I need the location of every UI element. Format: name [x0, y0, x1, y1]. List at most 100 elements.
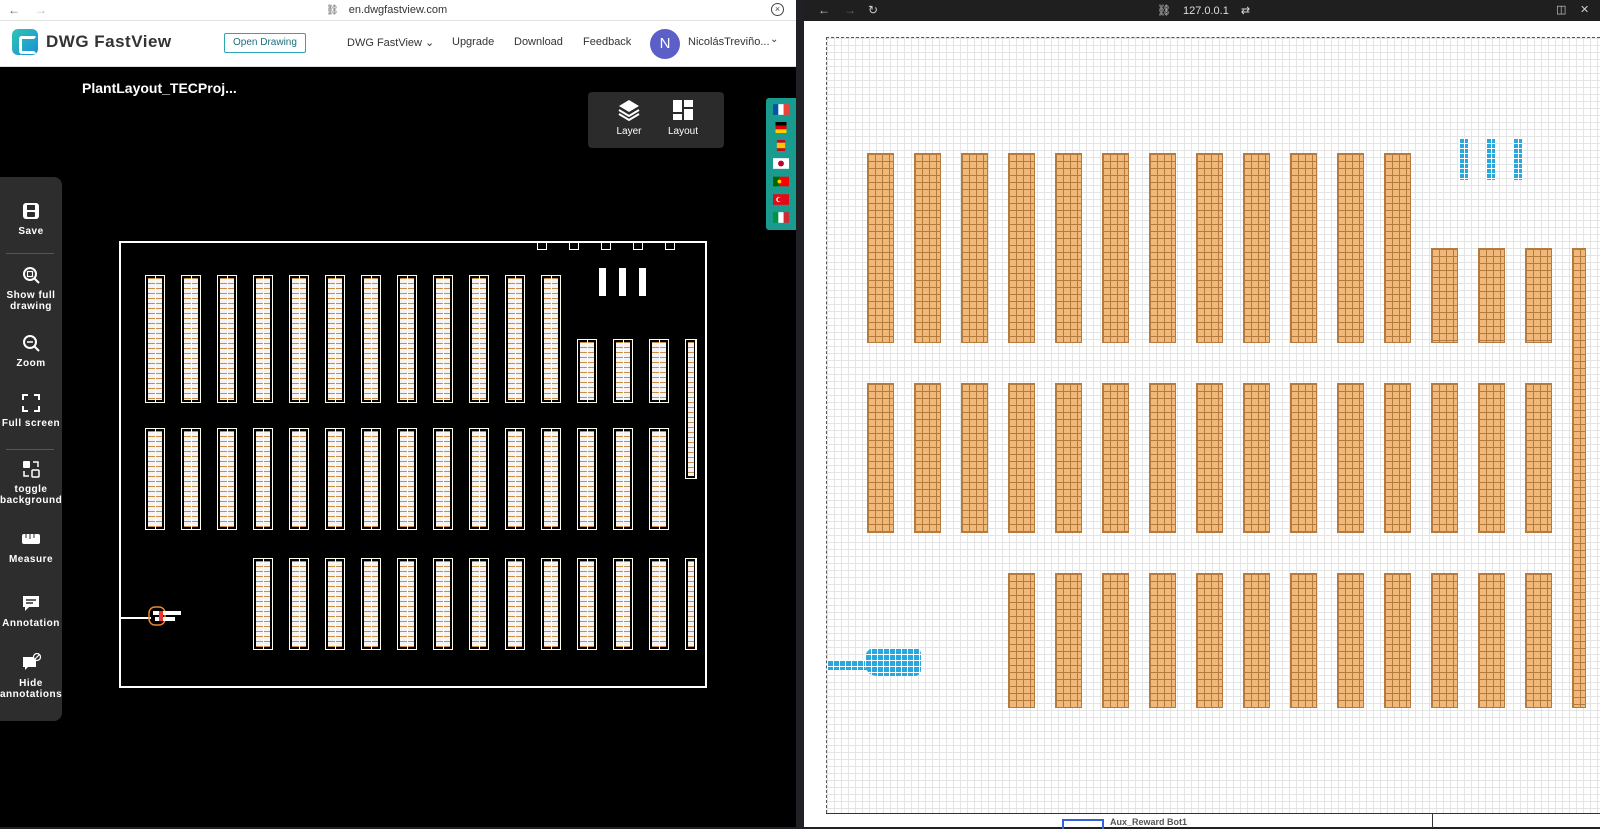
toggle-background-label: toggle background: [0, 484, 63, 506]
rack-block: [1525, 383, 1552, 533]
toggle-background-icon: [23, 461, 40, 478]
left-browser-window: ← → ⛓ en.dwgfastview.com × DWG FastView …: [0, 0, 796, 827]
rack-block: [505, 558, 525, 650]
back-button[interactable]: ←: [8, 3, 20, 17]
rack-block: [613, 339, 633, 403]
rack-block: [1384, 573, 1411, 708]
show-full-drawing-button[interactable]: Show full drawing: [0, 265, 62, 312]
toggle-background-button[interactable]: toggle background: [0, 459, 62, 506]
chevron-down-icon[interactable]: ⌄: [770, 34, 778, 45]
rack-block: [1337, 573, 1364, 708]
back-button[interactable]: ←: [818, 3, 830, 17]
menu-download[interactable]: Download: [514, 36, 563, 48]
rack-block: [1525, 573, 1552, 708]
robot-station: [1513, 138, 1522, 180]
left-url-text[interactable]: en.dwgfastview.com: [349, 4, 447, 16]
rack-block: [541, 558, 561, 650]
rack-block: [541, 275, 561, 403]
ruler-icon: [22, 534, 40, 544]
rack-block: [1055, 383, 1082, 533]
layer-button[interactable]: Layer: [604, 98, 654, 137]
rack-block: [469, 428, 489, 530]
menu-feedback[interactable]: Feedback: [583, 36, 631, 48]
rack-block: [1243, 383, 1270, 533]
rack-block: [469, 558, 489, 650]
chevron-down-icon: ⌄: [425, 37, 435, 49]
rack-block: [253, 428, 273, 530]
rack-block: [867, 153, 894, 343]
rack-block: [649, 428, 669, 530]
rack-block: [361, 428, 381, 530]
forward-button[interactable]: →: [35, 3, 47, 17]
rack-block: [577, 558, 597, 650]
rack-block: [1384, 153, 1411, 343]
menu-fastview[interactable]: DWG FastView ⌄: [347, 36, 434, 49]
portuguese-flag-icon[interactable]: [773, 176, 789, 187]
hide-annotations-button[interactable]: Hide annotations: [0, 653, 62, 700]
brand-logo[interactable]: DWG FastView: [12, 29, 172, 55]
right-address-bar: ← → ↻ ⛓ 127.0.0.1 ⇄ ◫ ✕: [804, 0, 1600, 21]
rack-block: [1243, 573, 1270, 708]
left-address-bar: ← → ⛓ en.dwgfastview.com ×: [0, 0, 796, 21]
spanish-flag-icon[interactable]: [773, 140, 789, 151]
annotation-label: Annotation: [2, 618, 60, 629]
turkish-flag-icon[interactable]: [773, 194, 789, 205]
language-flag-bar: [766, 98, 796, 230]
rack-block: [1431, 383, 1458, 533]
rack-block: [289, 428, 309, 530]
annotation-button[interactable]: Annotation: [0, 593, 62, 629]
rack-block: [649, 339, 669, 403]
username-label[interactable]: NicolásTreviño...: [688, 36, 770, 48]
japanese-flag-icon[interactable]: [773, 158, 789, 169]
robot-cluster: [865, 648, 921, 676]
rack-block: [1149, 573, 1176, 708]
avatar[interactable]: N: [650, 29, 680, 59]
rack-block: [433, 275, 453, 403]
tool-panel: Save Show full drawing Zoom Full screen …: [0, 177, 62, 721]
right-url-text[interactable]: 127.0.0.1: [1183, 5, 1229, 17]
layout-button[interactable]: Layout: [658, 98, 708, 137]
rack-block: [505, 275, 525, 403]
full-screen-button[interactable]: Full screen: [0, 393, 62, 429]
reload-button[interactable]: ↻: [868, 3, 878, 17]
measure-label: Measure: [8, 554, 54, 565]
split-view-icon[interactable]: ◫: [1556, 3, 1566, 16]
french-flag-icon[interactable]: [773, 104, 789, 115]
rack-block: [867, 383, 894, 533]
divider: [1432, 814, 1433, 828]
site-settings-icon[interactable]: ⇄: [1241, 4, 1250, 17]
rack-block: [433, 428, 453, 530]
zoom-button[interactable]: Zoom: [0, 333, 62, 369]
rack-block: [685, 339, 697, 479]
app-header: DWG FastView Open Drawing DWG FastView ⌄…: [0, 21, 796, 67]
rack-block: [469, 275, 489, 403]
rack-block: [613, 428, 633, 530]
rack-block: [1337, 153, 1364, 343]
forward-button[interactable]: →: [844, 3, 856, 17]
menu-upgrade[interactable]: Upgrade: [452, 36, 494, 48]
logo-icon: [12, 29, 38, 55]
layers-icon: [618, 100, 640, 122]
open-drawing-button[interactable]: Open Drawing: [224, 33, 306, 53]
rack-block: [145, 275, 165, 403]
rack-block: [325, 558, 345, 650]
rack-block: [1572, 248, 1586, 708]
rack-block: [253, 558, 273, 650]
close-icon[interactable]: ✕: [1580, 3, 1589, 16]
simulation-grid-canvas[interactable]: [826, 37, 1600, 813]
rack-block: [1243, 153, 1270, 343]
right-browser-window: ← → ↻ ⛓ 127.0.0.1 ⇄ ◫ ✕ Aux_Reward Bot1: [804, 0, 1600, 829]
measure-button[interactable]: Measure: [0, 529, 62, 565]
german-flag-icon[interactable]: [773, 122, 789, 133]
italian-flag-icon[interactable]: [773, 212, 789, 223]
rack-block: [1008, 383, 1035, 533]
rack-block: [1478, 248, 1505, 343]
save-icon: [23, 203, 39, 219]
cad-drawing-viewport[interactable]: [119, 241, 707, 688]
brand-name: DWG FastView: [46, 32, 172, 51]
rack-block: [685, 558, 697, 650]
close-icon[interactable]: ×: [771, 3, 784, 16]
save-button[interactable]: Save: [0, 201, 62, 237]
rack-block: [1478, 383, 1505, 533]
show-full-drawing-label: Show full drawing: [6, 290, 56, 312]
